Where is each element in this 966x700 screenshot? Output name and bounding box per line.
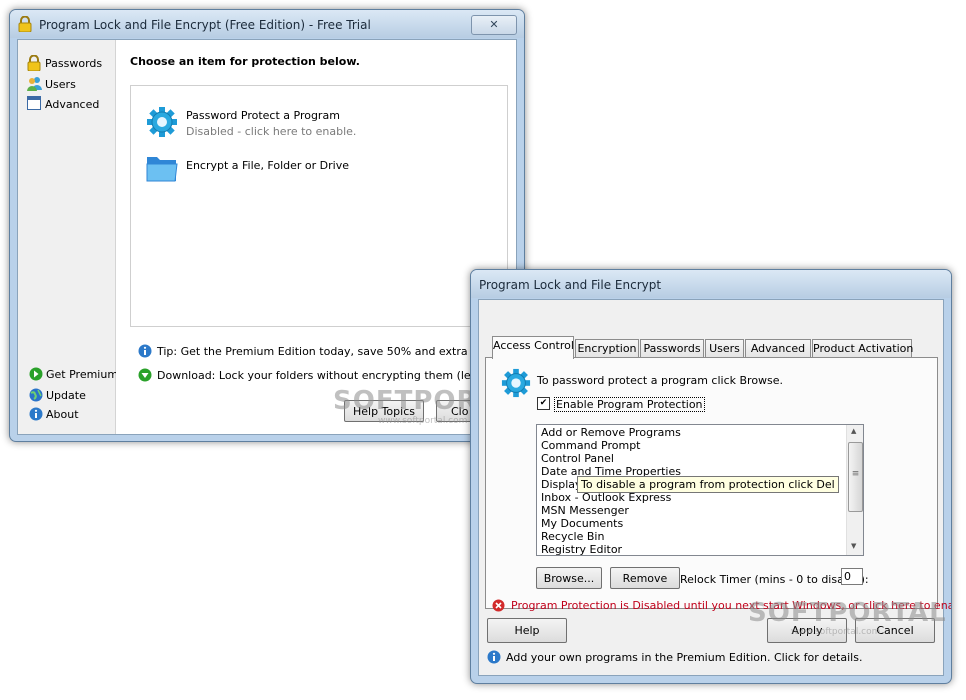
page-title: Choose an item for protection below.	[130, 55, 360, 68]
watermark-url-text: www.softportal.com	[378, 416, 468, 426]
list-item[interactable]: Add or Remove Programs	[541, 426, 681, 439]
sidebar-item-label: Users	[45, 78, 76, 91]
main-client-area: Passwords Users Advanced Get Premium Upd…	[17, 39, 517, 435]
main-close-button[interactable]: ✕	[471, 15, 517, 35]
scroll-thumb[interactable]: ≡	[848, 442, 863, 512]
tab-users[interactable]: Users	[705, 339, 744, 358]
item-encrypt[interactable]: Encrypt a File, Folder or Drive	[146, 153, 376, 187]
browse-button[interactable]: Browse...	[536, 567, 602, 589]
watermark-url: www.softportal.com	[791, 627, 880, 637]
watermark-url-text: www.softportal.com	[791, 627, 881, 637]
content-area: Choose an item for protection below. Pas…	[116, 40, 516, 434]
list-item[interactable]: Display	[541, 478, 582, 491]
dialog-title: Program Lock and File Encrypt	[479, 278, 662, 292]
info-icon	[487, 650, 501, 667]
watermark: SOFTPORTAL	[748, 598, 947, 628]
list-item[interactable]: My Documents	[541, 517, 623, 530]
help-button[interactable]: Help	[487, 618, 567, 643]
sidebar-item-label: About	[46, 408, 79, 421]
tab-label: Access Control	[493, 339, 574, 352]
item-password-protect[interactable]: Password Protect a Program Disabled - cl…	[146, 106, 376, 140]
list-item[interactable]: Command Prompt	[541, 439, 641, 452]
download-row[interactable]: Download: Lock your folders without encr…	[138, 368, 516, 384]
list-item[interactable]: Recycle Bin	[541, 530, 604, 543]
checkbox-label: Enable Program Protection	[554, 397, 705, 412]
tab-label: Users	[709, 342, 740, 355]
sidebar: Passwords Users Advanced Get Premium Upd…	[18, 40, 119, 434]
tab-label: Advanced	[750, 342, 806, 355]
sidebar-item-label: Update	[46, 389, 86, 402]
list-item[interactable]: Control Panel	[541, 452, 614, 465]
users-icon	[27, 76, 42, 94]
program-list[interactable]: Add or Remove Programs Command Prompt Co…	[536, 424, 864, 556]
sidebar-item-label: Advanced	[45, 98, 100, 111]
item-subtitle: Disabled - click here to enable.	[186, 125, 357, 138]
sidebar-item-label: Passwords	[45, 57, 103, 70]
list-scrollbar[interactable]: ▲ ≡ ▼	[846, 425, 863, 555]
watermark-url: www.softportal.com	[378, 416, 467, 426]
tab-label: Product Activation	[813, 342, 914, 355]
tab-advanced[interactable]: Advanced	[745, 339, 811, 358]
main-window-titlebar[interactable]: Program Lock and File Encrypt (Free Edit…	[10, 10, 524, 38]
dialog-titlebar[interactable]: Program Lock and File Encrypt	[471, 270, 951, 298]
tab-product-activation[interactable]: Product Activation	[812, 339, 914, 358]
globe-icon	[29, 388, 43, 405]
scroll-down-icon[interactable]: ▼	[851, 542, 856, 550]
gear-icon	[146, 106, 178, 141]
info-icon	[29, 407, 43, 424]
lock-app-icon	[18, 15, 32, 33]
item-title: Encrypt a File, Folder or Drive	[186, 159, 349, 172]
folder-icon	[146, 153, 178, 186]
tab-label: Passwords	[643, 342, 701, 355]
item-title: Password Protect a Program	[186, 109, 340, 122]
download-icon	[138, 368, 152, 384]
tab-passwords[interactable]: Passwords	[640, 339, 704, 358]
scroll-up-icon[interactable]: ▲	[851, 427, 856, 435]
download-text: Download: Lock your folders without encr…	[157, 369, 516, 382]
premium-note-text: Add your own programs in the Premium Edi…	[506, 651, 863, 664]
check-icon: ✔	[539, 398, 548, 408]
info-icon	[138, 344, 152, 360]
main-window-title: Program Lock and File Encrypt (Free Edit…	[39, 18, 371, 32]
tooltip-text: To disable a program from protection cli…	[581, 478, 835, 491]
tab-access-control[interactable]: Access Control	[492, 336, 574, 359]
error-icon	[492, 599, 505, 615]
checkbox-box[interactable]: ✔	[537, 397, 550, 410]
tab-panel: To password protect a program click Brow…	[485, 357, 951, 612]
watermark-brand: SOFTPORTAL	[748, 598, 947, 628]
remove-button[interactable]: Remove	[610, 567, 680, 589]
tooltip: To disable a program from protection cli…	[577, 476, 839, 493]
sidebar-item-label: Get Premium	[46, 368, 119, 381]
list-item[interactable]: MSN Messenger	[541, 504, 629, 517]
list-item[interactable]: Registry Editor	[541, 543, 622, 555]
close-icon: ✕	[489, 18, 499, 31]
main-window: Program Lock and File Encrypt (Free Edit…	[9, 9, 525, 442]
arrow-right-icon	[29, 367, 43, 384]
relock-timer-input[interactable]: 0	[841, 568, 863, 585]
lock-icon	[27, 54, 41, 74]
intro-text: To password protect a program click Brow…	[537, 374, 784, 387]
gear-icon	[501, 368, 531, 401]
tip-row[interactable]: Tip: Get the Premium Edition today, save…	[138, 344, 516, 360]
tab-encryption[interactable]: Encryption	[575, 339, 639, 358]
scroll-grip-icon: ≡	[851, 469, 860, 479]
tip-text: Tip: Get the Premium Edition today, save…	[157, 345, 511, 358]
window-icon	[27, 96, 41, 113]
tab-label: Encryption	[577, 342, 637, 355]
